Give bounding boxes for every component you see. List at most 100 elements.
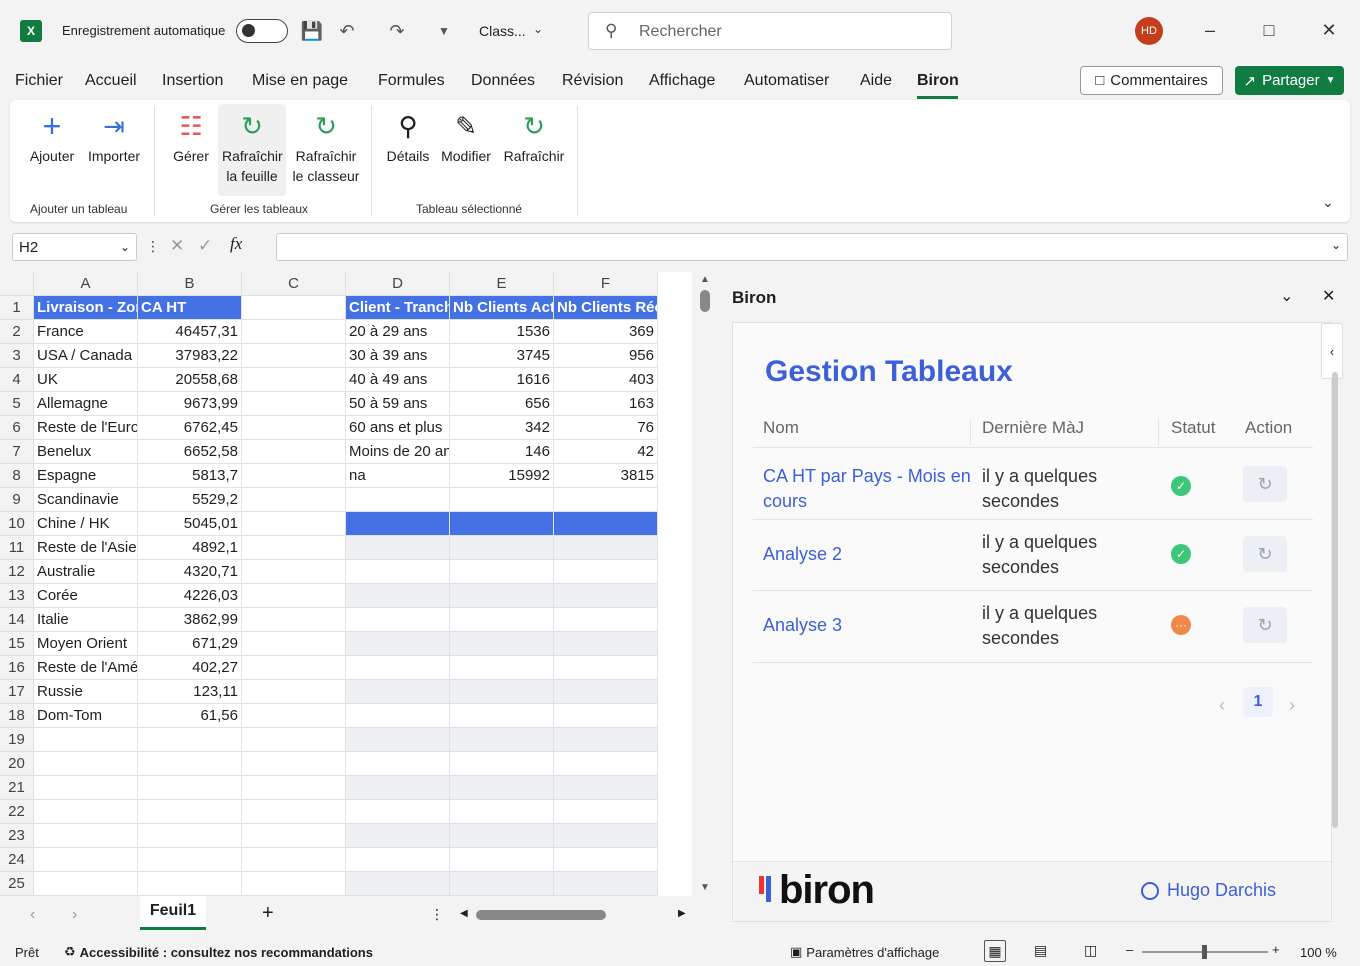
insert-function-icon[interactable]: fx <box>230 234 242 254</box>
menu-accueil[interactable]: Accueil <box>85 72 137 90</box>
cell[interactable] <box>242 320 346 344</box>
cell[interactable] <box>346 584 450 608</box>
page-layout-icon[interactable]: ▤ <box>1034 942 1047 959</box>
cell[interactable] <box>450 872 554 896</box>
row-header[interactable]: 7 <box>0 440 34 464</box>
cancel-icon[interactable]: ✕ <box>170 236 184 256</box>
collapse-ribbon-icon[interactable]: ⌄ <box>1322 194 1334 211</box>
cell[interactable] <box>554 728 658 752</box>
cell[interactable] <box>554 584 658 608</box>
table-cell[interactable]: 9673,99 <box>138 392 242 416</box>
search-box[interactable]: ⚲ Rechercher <box>588 12 952 50</box>
refresh-icon[interactable]: ↻ <box>1243 536 1287 572</box>
table-cell[interactable]: France <box>34 320 138 344</box>
cell[interactable] <box>138 800 242 824</box>
cell[interactable] <box>242 368 346 392</box>
cell[interactable] <box>34 800 138 824</box>
table-cell[interactable]: 369 <box>554 320 658 344</box>
table-name-link[interactable]: Analyse 2 <box>763 542 973 567</box>
cell[interactable] <box>242 656 346 680</box>
cell[interactable] <box>242 728 346 752</box>
cell[interactable] <box>346 800 450 824</box>
table-cell[interactable]: 1616 <box>450 368 554 392</box>
menu-insertion[interactable]: Insertion <box>162 72 223 90</box>
table-cell[interactable]: 15992 <box>450 464 554 488</box>
table-cell[interactable]: 403 <box>554 368 658 392</box>
cell[interactable] <box>346 560 450 584</box>
cell[interactable] <box>450 848 554 872</box>
table-cell[interactable]: 6762,45 <box>138 416 242 440</box>
cell[interactable] <box>242 704 346 728</box>
scroll-up-icon[interactable]: ▲ <box>700 274 710 285</box>
scroll-right-icon[interactable]: ▶ <box>678 908 686 919</box>
table-cell[interactable]: Scandinavie <box>34 488 138 512</box>
cell[interactable] <box>242 776 346 800</box>
column-header-e[interactable]: E <box>450 272 554 296</box>
table-header[interactable]: Client - Tranche <box>346 296 450 320</box>
column-header-f[interactable]: F <box>554 272 658 296</box>
cell[interactable] <box>242 344 346 368</box>
table-cell[interactable]: 50 à 59 ans <box>346 392 450 416</box>
cell[interactable] <box>34 872 138 896</box>
table-cell[interactable]: 5045,01 <box>138 512 242 536</box>
row-header[interactable]: 9 <box>0 488 34 512</box>
close-pane-icon[interactable]: ✕ <box>1322 286 1335 306</box>
refresh-icon[interactable]: ↻ <box>1243 607 1287 643</box>
cell[interactable] <box>450 704 554 728</box>
cell[interactable] <box>34 752 138 776</box>
table-cell[interactable]: 402,27 <box>138 656 242 680</box>
cell[interactable] <box>242 512 346 536</box>
select-all-corner[interactable] <box>0 272 34 296</box>
cell[interactable] <box>554 872 658 896</box>
refresh-workbook-button[interactable]: ↻ Rafraîchir le classeur <box>290 110 362 186</box>
comments-button[interactable]: □ Commentaires <box>1080 66 1223 95</box>
cell[interactable] <box>138 848 242 872</box>
cell[interactable] <box>450 656 554 680</box>
table-cell[interactable]: 342 <box>450 416 554 440</box>
cell[interactable] <box>346 704 450 728</box>
scroll-left-icon[interactable]: ◀ <box>460 908 468 919</box>
cell[interactable] <box>554 632 658 656</box>
sheet-tab[interactable]: Feuil1 <box>140 896 206 930</box>
table-cell[interactable]: 3862,99 <box>138 608 242 632</box>
cell[interactable] <box>554 536 658 560</box>
prev-page-icon[interactable]: ‹ <box>1219 695 1225 716</box>
cell[interactable] <box>242 536 346 560</box>
cell[interactable] <box>346 824 450 848</box>
cell[interactable] <box>346 680 450 704</box>
table-cell[interactable]: Australie <box>34 560 138 584</box>
cell[interactable] <box>450 536 554 560</box>
cell[interactable] <box>450 800 554 824</box>
edit-button[interactable]: ✎ Modifier <box>436 110 496 166</box>
cell[interactable] <box>346 752 450 776</box>
column-header-a[interactable]: A <box>34 272 138 296</box>
name-box[interactable]: H2 ⌄ <box>12 233 137 261</box>
row-header[interactable]: 10 <box>0 512 34 536</box>
table-cell[interactable]: 671,29 <box>138 632 242 656</box>
row-header[interactable]: 14 <box>0 608 34 632</box>
menu-automatiser[interactable]: Automatiser <box>744 72 829 90</box>
table-cell[interactable]: Chine / HK <box>34 512 138 536</box>
table-cell[interactable]: 6652,58 <box>138 440 242 464</box>
menu-fichier[interactable]: Fichier <box>15 72 63 90</box>
table-cell[interactable]: 40 à 49 ans <box>346 368 450 392</box>
cell[interactable] <box>242 680 346 704</box>
add-sheet-icon[interactable]: + <box>262 902 274 925</box>
cell[interactable] <box>554 848 658 872</box>
column-header-b[interactable]: B <box>138 272 242 296</box>
menu-biron[interactable]: Biron <box>917 72 959 90</box>
table-cell[interactable]: 123,11 <box>138 680 242 704</box>
table-cell[interactable]: Reste de l'Asie <box>34 536 138 560</box>
manage-button[interactable]: ☷ Gérer <box>166 110 216 166</box>
collapse-side-icon[interactable]: ‹ <box>1321 323 1343 379</box>
next-sheet-icon[interactable]: › <box>72 906 77 924</box>
chevron-down-icon[interactable]: ⌄ <box>533 22 543 36</box>
scroll-thumb[interactable] <box>700 290 710 312</box>
table-cell[interactable]: Corée <box>34 584 138 608</box>
menu-formules[interactable]: Formules <box>378 72 445 90</box>
menu-affichage[interactable]: Affichage <box>649 72 715 90</box>
table-cell[interactable]: 4320,71 <box>138 560 242 584</box>
cell[interactable] <box>346 872 450 896</box>
display-settings[interactable]: ▣ Paramètres d'affichage <box>790 944 939 960</box>
row-header[interactable]: 4 <box>0 368 34 392</box>
